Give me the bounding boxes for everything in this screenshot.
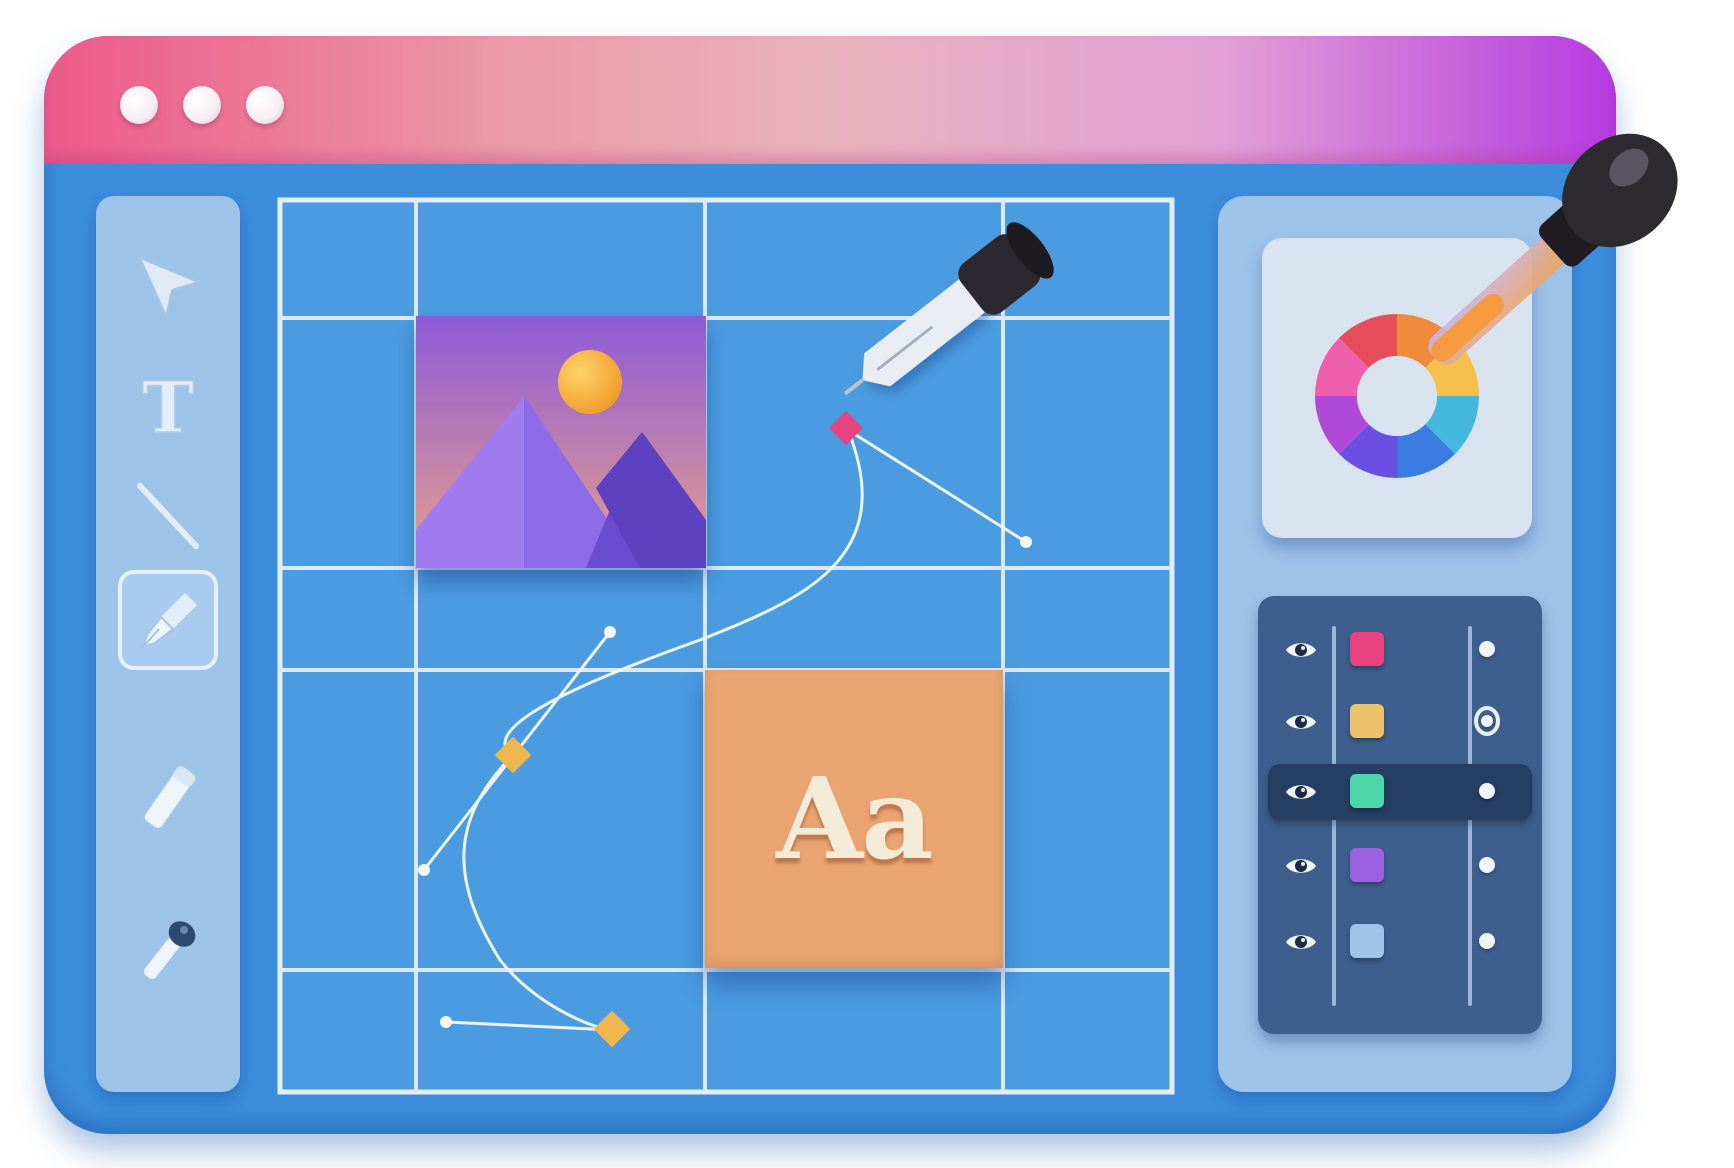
eyedropper-icon [144,921,196,979]
color-wheel-icon[interactable] [1262,238,1532,538]
radio-dot [1481,715,1493,727]
cursor-arrow-icon [138,256,201,320]
tool-panel: T [96,196,240,1092]
pencil-tool[interactable] [118,748,218,848]
eye-icon[interactable] [1284,638,1318,662]
title-bar [44,36,1616,164]
window-dot[interactable] [120,86,158,124]
line-tool-icon [137,483,199,549]
layer-row[interactable] [1268,764,1532,820]
properties-panel [1218,196,1572,1092]
radio-dot [1479,641,1495,657]
pointer-tool[interactable] [118,238,218,338]
layer-row[interactable] [1268,694,1532,750]
layer-row[interactable] [1268,838,1532,894]
eyedropper-tool[interactable] [118,902,218,1002]
eye-icon[interactable] [1284,854,1318,878]
eye-icon[interactable] [1284,710,1318,734]
window-dot[interactable] [246,86,284,124]
radio-dot [1479,783,1495,799]
layer-color-swatch[interactable] [1350,924,1384,958]
layer-select-radio[interactable] [1474,636,1500,662]
layer-select-radio[interactable] [1474,706,1500,736]
window-dot[interactable] [183,86,221,124]
layer-color-swatch[interactable] [1350,632,1384,666]
line-tool[interactable] [118,466,218,566]
layer-color-swatch[interactable] [1350,774,1384,808]
design-app-illustration: T Aa [0,0,1734,1168]
layer-select-radio[interactable] [1474,852,1500,878]
pen-nib-icon [141,593,197,649]
layer-color-swatch[interactable] [1350,848,1384,882]
layer-row[interactable] [1268,622,1532,678]
pencil-icon [142,765,196,830]
layer-row[interactable] [1268,914,1532,970]
color-picker-card[interactable] [1262,238,1532,538]
text-tool[interactable]: T [118,356,218,456]
radio-dot [1479,857,1495,873]
app-window: T [44,36,1616,1134]
text-sample-label: Aa [776,753,933,885]
text-sample-block[interactable]: Aa [705,670,1003,968]
layers-panel [1258,596,1542,1034]
layer-select-radio[interactable] [1474,928,1500,954]
radio-selected-ring [1474,706,1500,736]
layer-color-swatch[interactable] [1350,704,1384,738]
pen-tool[interactable] [118,570,218,670]
text-tool-icon: T [141,366,195,446]
eye-icon[interactable] [1284,780,1318,804]
eye-icon[interactable] [1284,930,1318,954]
radio-dot [1479,933,1495,949]
svg-text:T: T [142,366,194,446]
layer-select-radio[interactable] [1474,778,1500,804]
